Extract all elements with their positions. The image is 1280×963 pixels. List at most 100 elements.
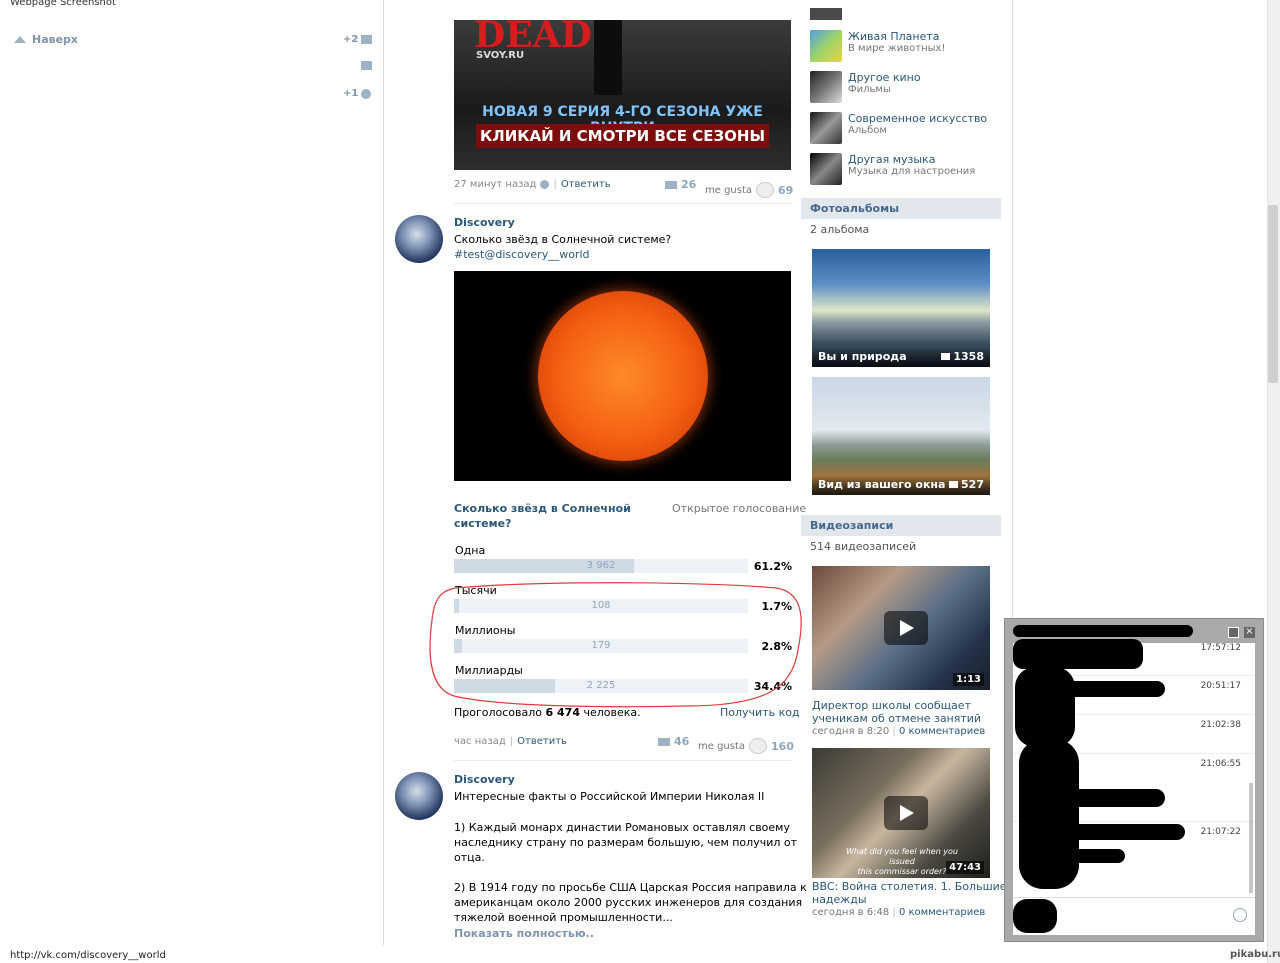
videos-header[interactable]: Видеозаписи bbox=[801, 515, 1001, 536]
group-thumb[interactable] bbox=[810, 71, 842, 103]
post1-meta: 27 минут назад | Ответить bbox=[454, 179, 611, 190]
videos-count: 514 видеозаписей bbox=[810, 540, 917, 553]
album-2-count-wrap: 527 bbox=[949, 478, 984, 491]
post2-hashtag[interactable]: #test@discovery__world bbox=[454, 248, 590, 261]
to-top-label: Наверх bbox=[32, 33, 79, 46]
post2-reply-link[interactable]: Ответить bbox=[517, 736, 567, 747]
video-2-subtitle-line: What did you feel when you issued bbox=[846, 847, 958, 866]
post1-like-count: 69 bbox=[778, 183, 794, 197]
album-1-count-wrap: 1358 bbox=[941, 350, 984, 363]
video-1-duration: 1:13 bbox=[953, 673, 984, 686]
post2-like-button[interactable]: me gusta 160 bbox=[698, 738, 794, 754]
group-title[interactable]: Живая Планета bbox=[848, 30, 940, 43]
chat-message-time: 21:07:22 bbox=[1200, 827, 1241, 837]
settings-counter[interactable]: +1 bbox=[343, 88, 372, 99]
video-1-thumb[interactable]: 1:13 bbox=[812, 566, 990, 690]
settings-icon[interactable] bbox=[540, 180, 550, 189]
post1-reply-link[interactable]: Ответить bbox=[561, 179, 611, 190]
album-1-name: Вы и природа bbox=[818, 350, 907, 363]
page-scrollbar-thumb[interactable] bbox=[1268, 205, 1278, 383]
post1-time[interactable]: 27 минут назад bbox=[454, 179, 536, 190]
chat-message-time: 17:57:12 bbox=[1200, 643, 1241, 653]
group-subtitle: Музыка для настроения bbox=[848, 166, 976, 177]
video-2-date: сегодня в 6:48 bbox=[812, 907, 890, 918]
content-right-border bbox=[1012, 0, 1013, 620]
video-1-title-line: ученикам об отмене занятий bbox=[812, 712, 982, 725]
redaction bbox=[1019, 739, 1079, 889]
redaction bbox=[1013, 639, 1143, 669]
post3-show-more-link[interactable]: Показать полностью.. bbox=[454, 927, 594, 940]
redaction bbox=[1015, 667, 1075, 747]
album-1[interactable]: Вы и природа 1358 bbox=[812, 249, 990, 367]
redaction bbox=[1045, 824, 1185, 840]
post1-like-label: me gusta bbox=[705, 184, 753, 196]
redaction bbox=[1013, 625, 1193, 637]
video-2-subtitle: What did you feel when you issued this c… bbox=[842, 847, 962, 877]
smiley-icon[interactable] bbox=[1233, 908, 1247, 922]
group-title[interactable]: Другое кино bbox=[848, 71, 921, 84]
poll-option-bar: 3 962 bbox=[454, 559, 748, 573]
album-2[interactable]: Вид из вашего окна 527 bbox=[812, 377, 990, 495]
group-title[interactable]: Современное искусство bbox=[848, 112, 987, 125]
group-thumb-partial[interactable] bbox=[810, 8, 842, 20]
screenshot-label: Webpage Screenshot bbox=[10, 0, 116, 8]
album-2-caption: Вид из вашего окна 527 bbox=[812, 475, 990, 495]
group-thumb[interactable] bbox=[810, 30, 842, 62]
video-2-thumb[interactable]: What did you feel when you issued this c… bbox=[812, 748, 990, 878]
comment-icon[interactable] bbox=[361, 61, 372, 70]
video-1-title[interactable]: Директор школы сообщает ученикам об отме… bbox=[812, 699, 981, 725]
group-subtitle: Фильмы bbox=[848, 84, 891, 95]
video-2-meta: сегодня в 6:48 | 0 комментариев bbox=[812, 907, 986, 918]
content-left-border bbox=[383, 0, 384, 945]
poll-type: Открытое голосование bbox=[672, 502, 807, 515]
post2-author[interactable]: Discovery bbox=[454, 216, 515, 229]
group-thumb[interactable] bbox=[810, 153, 842, 185]
post2-repost-button[interactable]: 46 bbox=[658, 735, 689, 748]
page-scrollbar-track[interactable] bbox=[1267, 0, 1280, 963]
play-icon[interactable] bbox=[884, 796, 928, 830]
chat-close-icon[interactable]: × bbox=[1244, 627, 1255, 638]
banner-line-2: КЛИКАЙ И СМОТРИ ВСЕ СЕЗОНЫ bbox=[476, 124, 769, 148]
video-2-comments-link[interactable]: 0 комментариев bbox=[899, 907, 985, 918]
post-banner-image[interactable]: DEAD SVOY.RU НОВАЯ 9 СЕРИЯ 4-ГО СЕЗОНА У… bbox=[454, 14, 791, 170]
post2-avatar[interactable] bbox=[395, 215, 443, 263]
messages-counter[interactable]: +2 bbox=[343, 34, 373, 45]
chat-minimize-icon[interactable] bbox=[1228, 627, 1239, 638]
settings-count: +1 bbox=[343, 88, 359, 99]
gear-icon bbox=[361, 88, 372, 99]
red-annotation-outline bbox=[429, 582, 802, 708]
me-gusta-face-icon bbox=[756, 182, 775, 198]
album-1-caption: Вы и природа 1358 bbox=[812, 347, 990, 367]
arrow-up-icon bbox=[14, 36, 26, 43]
post2-meta: час назад | Ответить bbox=[454, 736, 567, 747]
photo-albums-count: 2 альбома bbox=[810, 223, 870, 236]
photo-albums-header[interactable]: Фотоальбомы bbox=[801, 198, 1001, 219]
chat-window[interactable]: × 17:57:12 20:51:17 21:02:38 21:06:55 21:07:… bbox=[1004, 618, 1264, 942]
post1-like-button[interactable]: me gusta 69 bbox=[705, 182, 793, 198]
post2-image[interactable] bbox=[454, 271, 791, 481]
status-url: http://vk.com/discovery__world bbox=[10, 950, 166, 961]
post2-text: Сколько звёзд в Солнечной системе? bbox=[454, 233, 672, 246]
post3-avatar[interactable] bbox=[395, 772, 443, 820]
album-2-name: Вид из вашего окна bbox=[818, 478, 946, 491]
post3-p2-line: американцам около 2000 русских инженеров… bbox=[454, 896, 803, 909]
play-icon[interactable] bbox=[884, 611, 928, 645]
post3-text-title: Интересные факты о Российской Империи Ни… bbox=[454, 790, 765, 803]
banner-site: SVOY.RU bbox=[476, 50, 525, 61]
group-title[interactable]: Другая музыка bbox=[848, 153, 935, 166]
post2-time[interactable]: час назад bbox=[454, 736, 506, 747]
chat-message-time: 21:06:55 bbox=[1200, 759, 1241, 769]
to-top-link[interactable]: Наверх bbox=[14, 33, 78, 46]
post-divider bbox=[454, 760, 791, 761]
post1-repost-button[interactable]: 26 bbox=[665, 178, 696, 191]
group-thumb[interactable] bbox=[810, 112, 842, 144]
chat-scrollbar[interactable] bbox=[1249, 783, 1253, 893]
group-subtitle: В мире животных! bbox=[848, 43, 946, 54]
post3-p1-line: 1) Каждый монарх династии Романовых оста… bbox=[454, 821, 790, 834]
envelope-icon bbox=[361, 35, 373, 44]
video-1-comments-link[interactable]: 0 комментариев bbox=[899, 726, 985, 737]
video-1-date: сегодня в 8:20 bbox=[812, 726, 890, 737]
video-2-title[interactable]: BBC: Война столетия. 1. Большие надежды bbox=[812, 880, 1007, 906]
video-2-title-line: BBC: Война столетия. 1. Большие bbox=[812, 880, 1007, 893]
post3-author[interactable]: Discovery bbox=[454, 773, 515, 786]
